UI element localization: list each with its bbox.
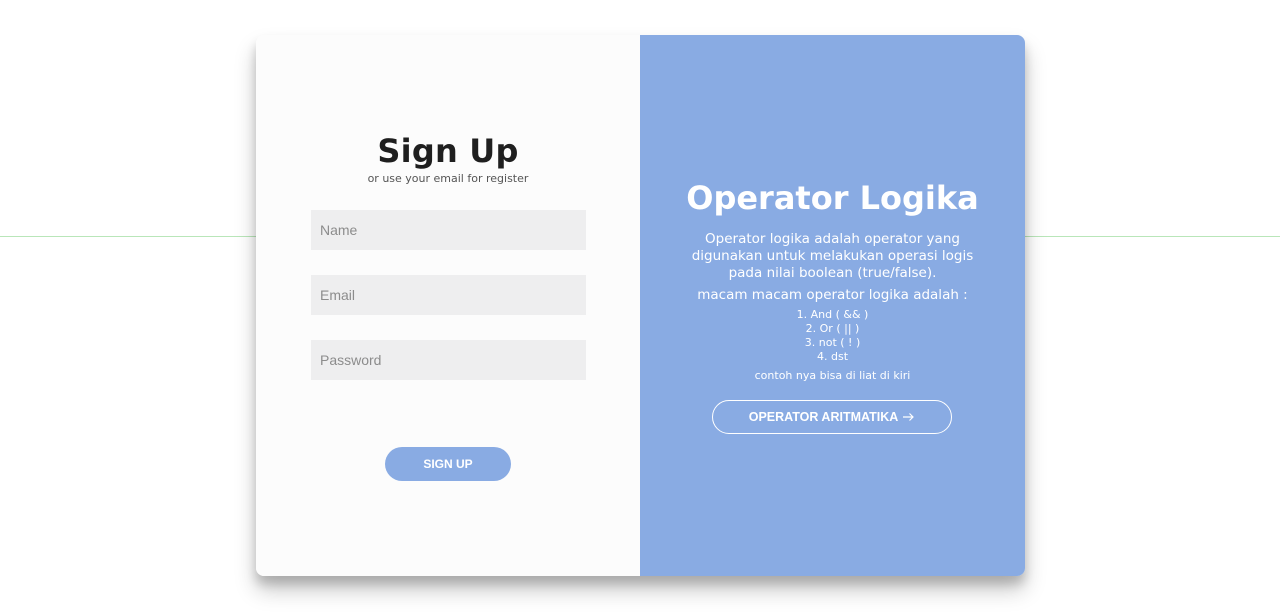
operator-list: 1. And ( && ) 2. Or ( || ) 3. not ( ! ) …	[640, 308, 1025, 364]
operator-aritmatika-button[interactable]: OPERATOR ARITMATIKA	[712, 400, 952, 434]
operator-item-not: 3. not ( ! )	[804, 336, 861, 349]
email-input[interactable]	[311, 275, 586, 315]
info-panel: Operator Logika Operator logika adalah o…	[640, 35, 1025, 576]
operator-item-or: 2. Or ( || )	[805, 322, 860, 335]
example-note: contoh nya bisa di liat di kiri	[754, 369, 911, 382]
auth-card: Sign Up or use your email for register S…	[256, 35, 1025, 576]
operator-item-and: 1. And ( && )	[796, 308, 869, 321]
signup-panel: Sign Up or use your email for register S…	[256, 35, 640, 576]
operator-list-heading: macam macam operator logika adalah :	[697, 287, 968, 303]
info-title: Operator Logika	[686, 179, 979, 217]
info-description: Operator logika adalah operator yang dig…	[691, 231, 974, 281]
signup-subtitle: or use your email for register	[367, 172, 529, 185]
name-input[interactable]	[311, 210, 586, 250]
operator-item-dst: 4. dst	[816, 350, 849, 363]
signup-title: Sign Up	[377, 132, 519, 170]
operator-aritmatika-label: OPERATOR ARITMATIKA	[748, 410, 899, 424]
arrow-right-icon	[902, 412, 915, 422]
signup-button[interactable]: SIGN UP	[385, 447, 511, 481]
password-input[interactable]	[311, 340, 586, 380]
page: Sign Up or use your email for register S…	[0, 0, 1280, 612]
